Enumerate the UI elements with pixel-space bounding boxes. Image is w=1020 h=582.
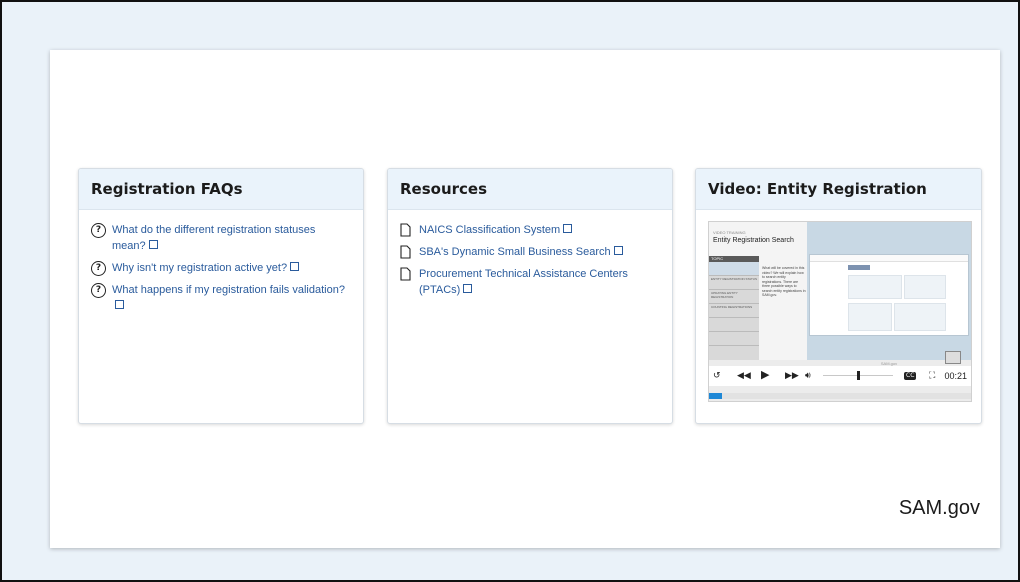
resource-item[interactable]: SBA's Dynamic Small Business Search: [400, 244, 660, 260]
video-kicker: VIDEO TRAINING: [713, 230, 746, 235]
closed-captions-icon[interactable]: CC: [904, 372, 917, 380]
resource-item[interactable]: Procurement Technical Assistance Centers…: [400, 266, 660, 298]
resources-list: NAICS Classification System SBA's Dynami…: [388, 210, 672, 316]
volume-icon[interactable]: 🔊︎: [805, 371, 811, 381]
video-progress-fill: [709, 393, 723, 399]
document-icon: [400, 245, 411, 259]
resource-item[interactable]: NAICS Classification System: [400, 222, 660, 238]
faqs-title: Registration FAQs: [91, 180, 243, 198]
question-circle-icon: ?: [91, 261, 106, 276]
slide: Registration FAQs ? What do the differen…: [50, 50, 1000, 548]
topic-row: [709, 262, 759, 276]
rewind-icon[interactable]: ◀◀: [737, 371, 751, 381]
resource-link[interactable]: Procurement Technical Assistance Centers…: [419, 266, 639, 298]
external-link-icon: [290, 262, 300, 271]
fast-forward-icon[interactable]: ▶▶: [785, 371, 799, 381]
topic-row: COUNTING REGISTRATIONS: [709, 304, 759, 318]
faq-item[interactable]: ? What happens if my registration fails …: [91, 282, 351, 314]
topic-row: [709, 318, 759, 332]
card-header: Video: Entity Registration: [696, 169, 981, 210]
video-description: What will be covered in this video? We w…: [762, 266, 806, 297]
video-slide-title: Entity Registration Search: [713, 237, 794, 244]
video-progress-bar[interactable]: [709, 393, 971, 399]
video-topics: TOPIC ENTITY REGISTRATION STATUS UPDATIN…: [709, 256, 759, 360]
document-icon: [400, 223, 411, 237]
card-header: Registration FAQs: [79, 169, 363, 210]
faq-item[interactable]: ? What do the different registration sta…: [91, 222, 351, 254]
faq-item[interactable]: ? Why isn't my registration active yet?: [91, 260, 351, 276]
replay-icon[interactable]: ↺: [713, 371, 721, 381]
video-time: 00:21: [944, 371, 967, 381]
play-icon[interactable]: ▶: [761, 369, 769, 380]
faqs-list: ? What do the different registration sta…: [79, 210, 363, 332]
brand-label: SAM.gov: [898, 497, 980, 519]
question-circle-icon: ?: [91, 283, 106, 298]
video-player[interactable]: VIDEO TRAINING Entity Registration Searc…: [708, 221, 972, 402]
presentation-frame: Registration FAQs ? What do the differen…: [0, 0, 1020, 582]
question-circle-icon: ?: [91, 223, 106, 238]
document-icon: [400, 267, 411, 281]
resources-title: Resources: [400, 180, 488, 198]
video-card: Video: Entity Registration VIDEO TRAININ…: [695, 168, 982, 424]
video-screen-area: [807, 222, 971, 360]
faq-link[interactable]: Why isn't my registration active yet?: [112, 260, 300, 276]
video-title: Video: Entity Registration: [708, 180, 927, 198]
video-slide-panel: VIDEO TRAINING Entity Registration Searc…: [709, 222, 807, 360]
registration-faqs-card: Registration FAQs ? What do the differen…: [78, 168, 364, 424]
video-controls: ↺ ◀◀ ▶ ▶▶ 🔊︎ CC ⛶ 00:21: [709, 366, 971, 386]
topic-row: ENTITY REGISTRATION STATUS: [709, 276, 759, 290]
faq-link[interactable]: What happens if my registration fails va…: [112, 282, 351, 314]
resource-link[interactable]: SBA's Dynamic Small Business Search: [419, 244, 623, 260]
resources-card: Resources NAICS Classification System SB…: [387, 168, 673, 424]
topic-row: UPDATING ENTITY REGISTRATION: [709, 290, 759, 304]
external-link-icon: [613, 246, 623, 255]
sam-logo-thumbnail: [848, 265, 870, 270]
topic-row: [709, 332, 759, 346]
external-link-icon: [463, 284, 473, 293]
volume-knob[interactable]: [856, 371, 860, 380]
fullscreen-icon[interactable]: ⛶: [929, 371, 935, 381]
faq-link[interactable]: What do the different registration statu…: [112, 222, 351, 254]
external-link-icon: [148, 240, 158, 249]
resource-link[interactable]: NAICS Classification System: [419, 222, 573, 238]
external-link-icon: [115, 300, 124, 309]
external-link-icon: [563, 224, 573, 233]
card-header: Resources: [388, 169, 672, 210]
video-watermark-icon: [945, 351, 961, 364]
video-screenshot: [809, 254, 969, 336]
